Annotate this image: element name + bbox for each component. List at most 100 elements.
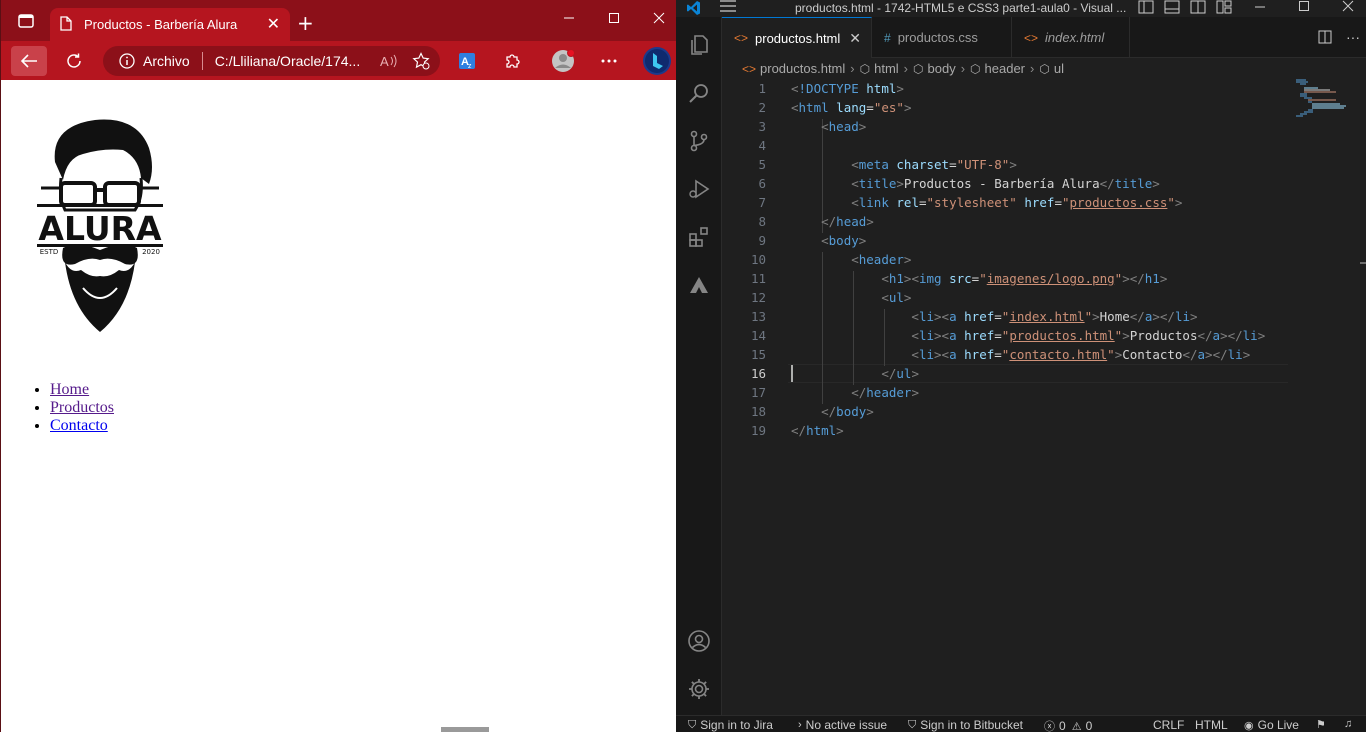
nav-link-home[interactable]: Home [50, 381, 89, 398]
line-number: 4 [758, 138, 766, 153]
close-window-icon[interactable] [653, 12, 665, 27]
run-debug-icon[interactable] [687, 177, 711, 201]
code-line[interactable]: 18 </body> [722, 402, 1292, 421]
code-editor[interactable]: 1 <!DOCTYPE html> 2 <html lang="es"> 3 <head… [722, 79, 1366, 715]
new-tab-button[interactable]: + [297, 13, 314, 33]
nav-link-productos[interactable]: Productos [50, 399, 114, 416]
code-line[interactable]: 8 </head> [722, 212, 1292, 231]
code-line[interactable]: 6 <title>Productos - Barbería Alura</tit… [722, 174, 1292, 193]
translate-icon[interactable]: Az [450, 46, 484, 76]
code-line[interactable]: 9 <body> [722, 231, 1292, 250]
code-line[interactable]: 7 <link rel="stylesheet" href="productos… [722, 193, 1292, 212]
more-options-icon[interactable] [592, 46, 626, 76]
line-number: 12 [750, 290, 766, 305]
close-window-icon[interactable] [1342, 0, 1354, 15]
eol-label: CRLF [1153, 718, 1185, 732]
svg-text:A: A [380, 54, 389, 69]
code-line[interactable]: 1 <!DOCTYPE html> [722, 79, 1292, 98]
breadcrumb-item[interactable]: productos.html [760, 61, 845, 76]
code-line[interactable]: 13 <li><a href="index.html">Home</a></li… [722, 307, 1292, 326]
favorite-star-icon[interactable] [412, 52, 430, 70]
horizontal-scrollbar[interactable] [441, 727, 489, 732]
code-line[interactable]: 11 <h1><img src="imagenes/logo.png"></h1… [722, 269, 1292, 288]
accounts-icon[interactable] [687, 629, 711, 653]
settings-gear-icon[interactable] [687, 677, 711, 701]
extensions-icon[interactable] [495, 46, 529, 76]
notifications-bell-icon[interactable]: ♫ [1344, 718, 1356, 730]
feedback-icon[interactable]: ⚑ [1316, 718, 1330, 731]
maximize-icon[interactable] [608, 12, 620, 27]
code-line[interactable]: 3 <head> [722, 117, 1292, 136]
browser-window: Productos - Barbería Alura ✕ + Archivo C… [0, 0, 677, 732]
code-line[interactable]: 16 </ul> [722, 364, 1292, 383]
more-actions-icon[interactable]: ··· [1346, 29, 1360, 45]
explorer-icon[interactable] [687, 33, 711, 57]
chevron-right-icon: › [960, 61, 966, 76]
line-number: 5 [758, 157, 766, 172]
source-control-icon[interactable] [687, 129, 711, 153]
problems-status[interactable]: ⓧ 0 ⚠ 0 [1044, 718, 1092, 732]
tab-productos-html[interactable]: <> productos.html ✕ [722, 17, 872, 58]
line-number: 16 [750, 366, 766, 381]
code-line[interactable]: 5 <meta charset="UTF-8"> [722, 155, 1292, 174]
code-line[interactable]: 10 <header> [722, 250, 1292, 269]
search-icon[interactable] [687, 81, 711, 105]
code-line[interactable]: 14 <li><a href="productos.html">Producto… [722, 326, 1292, 345]
menu-icon[interactable] [720, 0, 736, 15]
css-file-icon: # [884, 30, 891, 45]
extensions-icon[interactable] [687, 225, 711, 249]
minimize-icon[interactable] [563, 12, 575, 27]
code-line[interactable]: 19 </html> [722, 421, 1292, 440]
arrow-left-icon [20, 54, 37, 68]
status-bar: ⛉ Sign in to Jira › No active issue ⛉ Si… [676, 715, 1366, 732]
code-line[interactable]: 17 </header> [722, 383, 1292, 402]
line-number: 18 [750, 404, 766, 419]
language-mode-status[interactable]: HTML [1195, 718, 1228, 732]
go-live-button[interactable]: ◉ Go Live [1244, 718, 1299, 732]
profile-avatar[interactable] [546, 46, 580, 76]
breadcrumb-item[interactable]: html [874, 61, 899, 76]
minimize-icon[interactable] [1254, 0, 1266, 15]
breadcrumb-item[interactable]: ul [1054, 61, 1064, 76]
code-line[interactable]: 2 <html lang="es"> [722, 98, 1292, 117]
minimap[interactable] [1296, 79, 1356, 119]
nav-link-contacto[interactable]: Contacto [50, 417, 108, 434]
symbol-element-icon: ⬡ [970, 61, 981, 76]
bing-copilot-icon[interactable] [639, 46, 675, 76]
tab-productos-css[interactable]: # productos.css [872, 17, 1012, 58]
split-editor-icon[interactable] [1318, 30, 1332, 49]
tab-close-icon[interactable]: ✕ [267, 16, 280, 33]
read-aloud-icon[interactable]: A [380, 53, 398, 69]
line-number: 7 [758, 195, 766, 210]
url-text[interactable]: C:/Lliliana/Oracle/174... [215, 53, 372, 69]
toggle-secondary-sidebar-icon[interactable] [1190, 0, 1206, 17]
code-line[interactable]: 4 [722, 136, 1292, 155]
info-icon[interactable] [119, 53, 135, 69]
tab-index-html[interactable]: <> index.html [1012, 17, 1130, 58]
customize-layout-icon[interactable] [1216, 0, 1232, 17]
active-issue-status[interactable]: › No active issue [798, 718, 887, 732]
breadcrumb-item[interactable]: header [985, 61, 1025, 76]
toggle-panel-icon[interactable] [1164, 0, 1180, 17]
eol-status[interactable]: CRLF [1153, 718, 1184, 732]
bitbucket-signin-status[interactable]: ⛉ Sign in to Bitbucket [908, 718, 1023, 732]
warning-count: 0 [1085, 719, 1093, 732]
code-text: <h1><img src="imagenes/logo.png"></h1> [881, 271, 1168, 286]
error-count: 0 [1059, 719, 1066, 732]
maximize-icon[interactable] [1298, 0, 1310, 15]
chevron-right-icon: › [798, 719, 802, 731]
code-line[interactable]: 15 <li><a href="contacto.html">Contacto<… [722, 345, 1292, 364]
jira-signin-status[interactable]: ⛉ Sign in to Jira [688, 718, 773, 732]
atlassian-icon[interactable] [687, 273, 711, 297]
toggle-primary-sidebar-icon[interactable] [1138, 0, 1154, 17]
site-info-label[interactable]: Archivo [143, 53, 190, 69]
code-line[interactable]: 12 <ul> [722, 288, 1292, 307]
line-number: 17 [750, 385, 766, 400]
close-tab-icon[interactable]: ✕ [849, 30, 861, 47]
tab-actions-icon[interactable] [3, 0, 49, 41]
breadcrumb-item[interactable]: body [928, 61, 956, 76]
reload-button[interactable] [56, 46, 92, 76]
browser-tab-active[interactable]: Productos - Barbería Alura ✕ [50, 8, 290, 41]
address-bar[interactable]: Archivo C:/Lliliana/Oracle/174... A [103, 46, 440, 76]
back-button[interactable] [11, 46, 47, 76]
